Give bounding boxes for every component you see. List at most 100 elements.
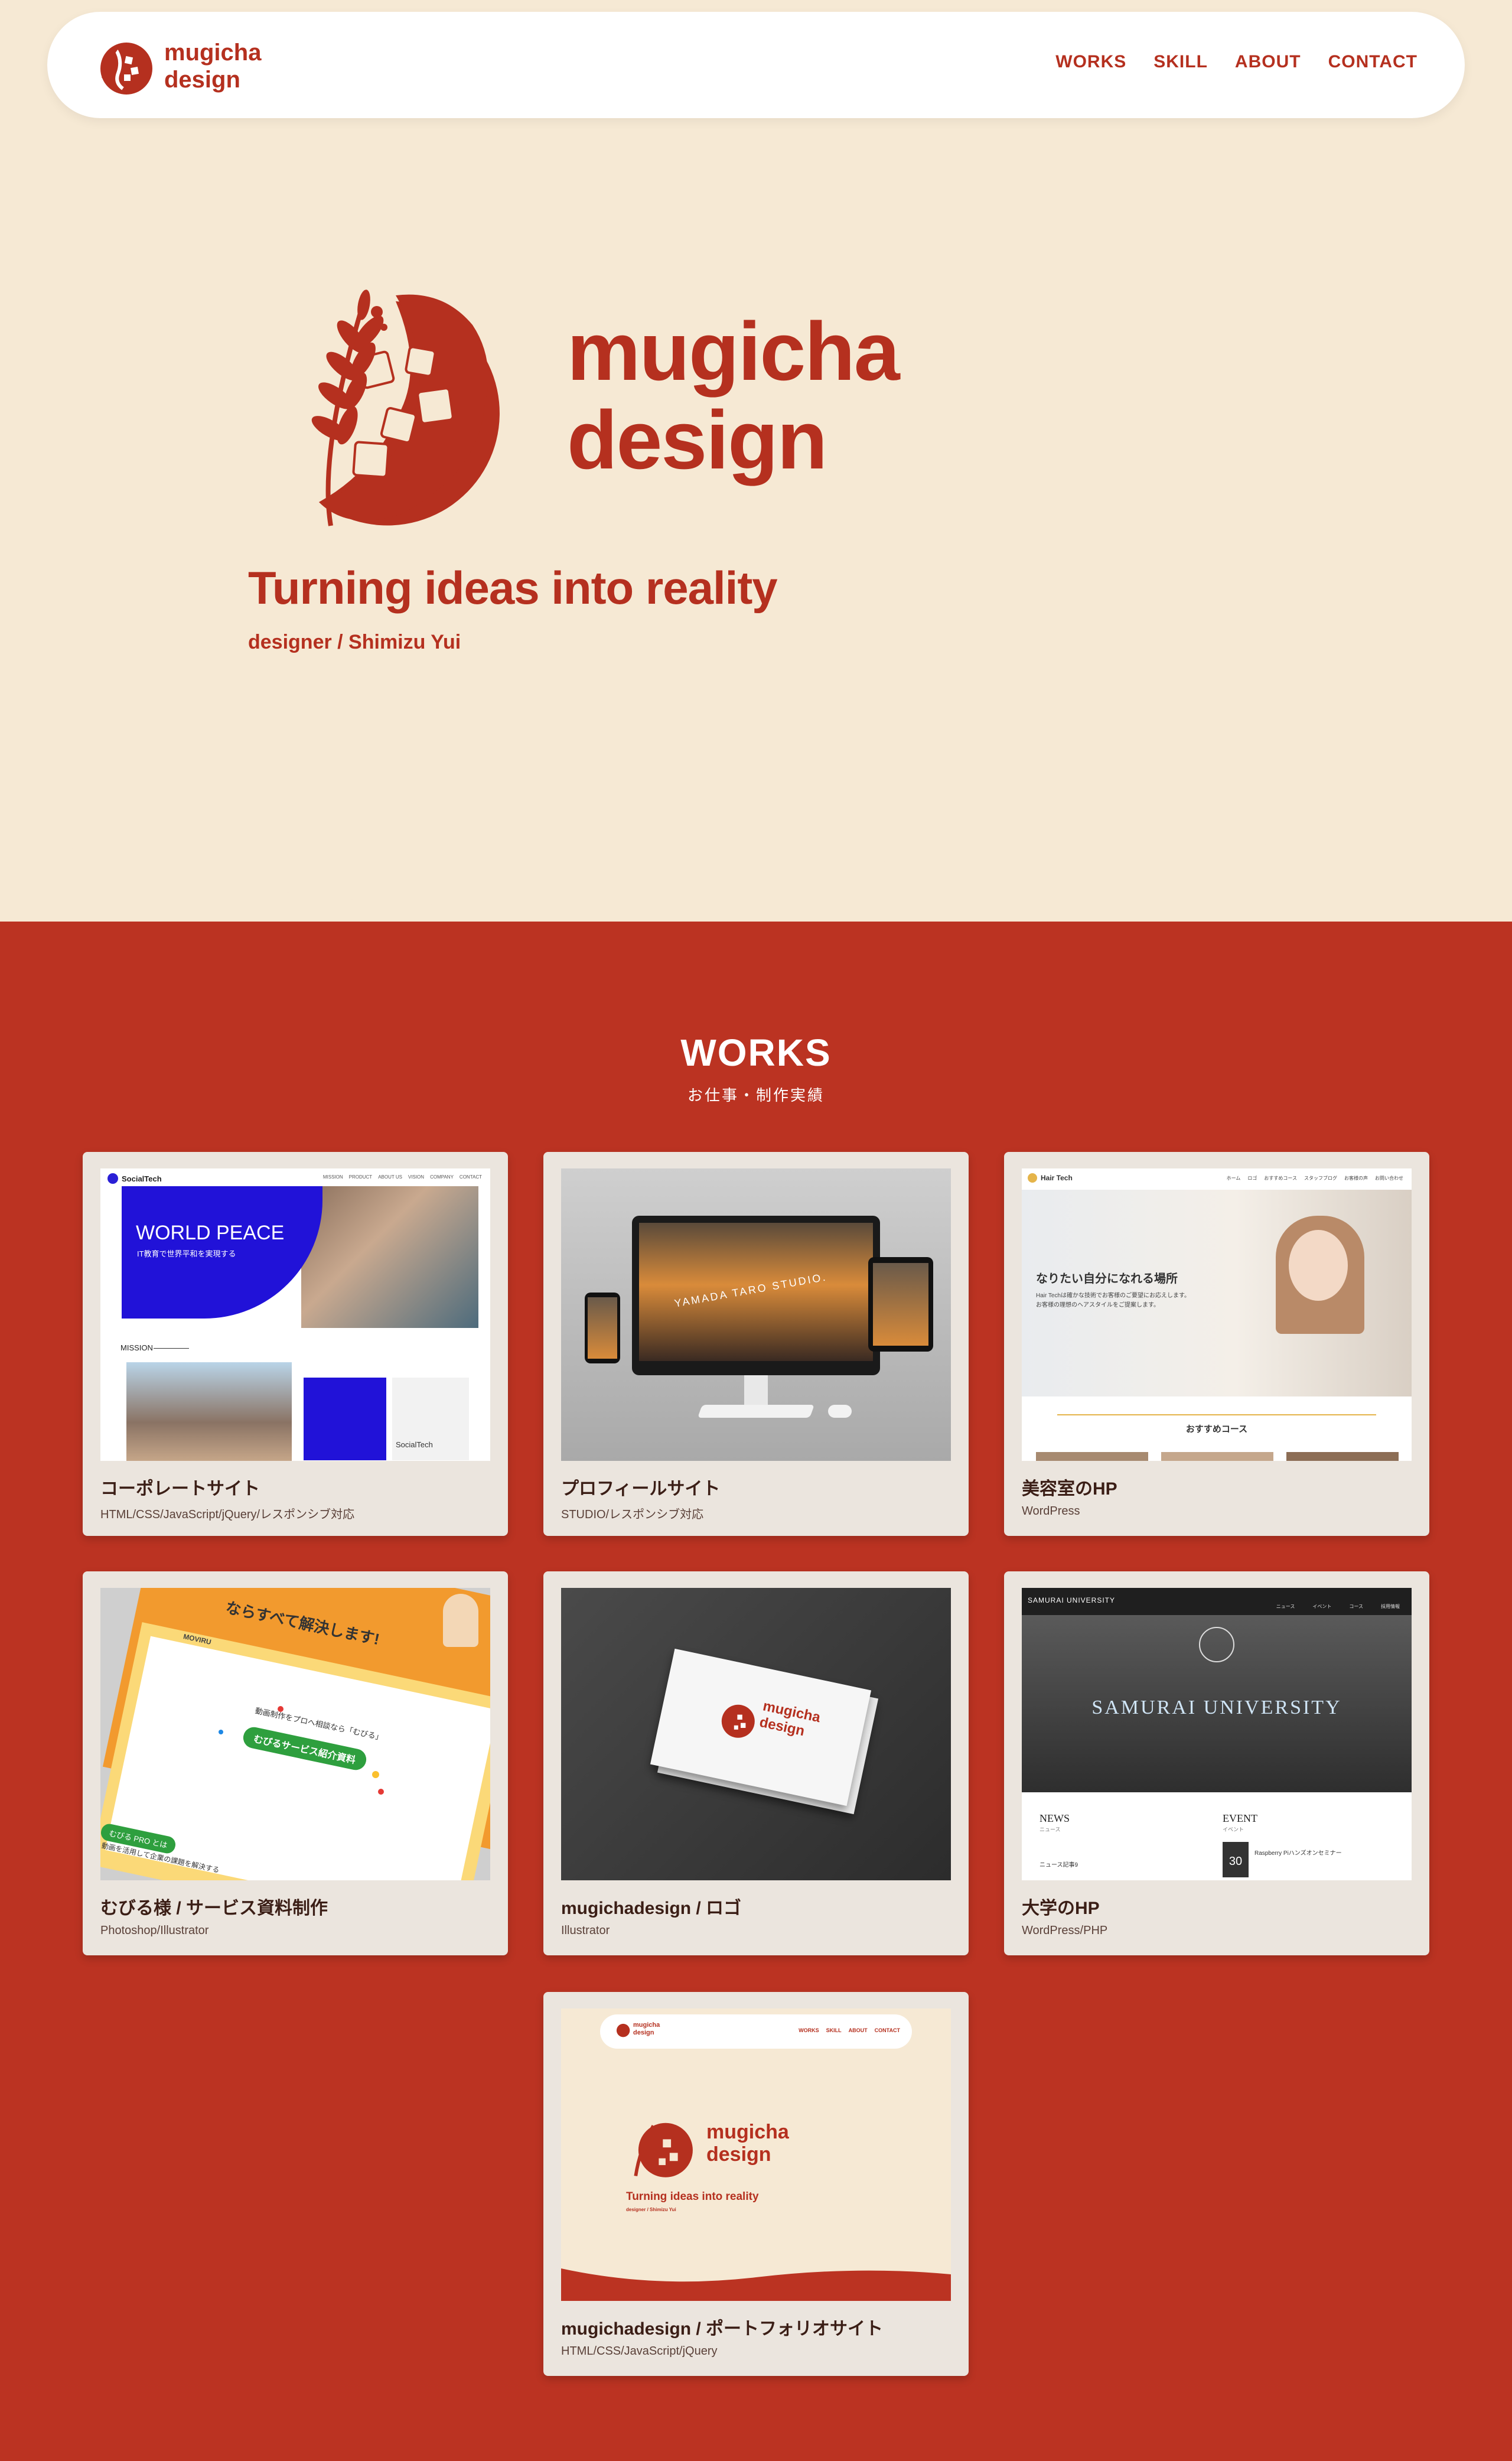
mini-wave xyxy=(561,2268,951,2301)
top-navigation-bar: mugicha design WORKS SKILL ABOUT CONTACT xyxy=(47,12,1465,118)
site-logo[interactable]: mugicha design xyxy=(94,37,261,96)
confetti-dot xyxy=(219,1730,223,1734)
work-card-title: プロフィールサイト xyxy=(561,1479,721,1499)
confetti-dot xyxy=(278,1706,284,1712)
tablet-screen xyxy=(873,1263,928,1346)
work-card-title: mugichadesign / ポートフォリオサイト xyxy=(561,2319,884,2339)
work-card-portfolio-site[interactable]: mugicha design WORKS SKILL ABOUT CONTACT… xyxy=(543,1992,969,2376)
mugicha-logo-icon xyxy=(721,1704,755,1738)
work-card-tags: Illustrator xyxy=(561,1924,610,1937)
mini-logo-icon xyxy=(616,2023,630,2037)
hero-brand-name: mugicha design xyxy=(567,305,900,486)
work-card-title: コーポレートサイト xyxy=(100,1479,260,1499)
socialtech-brand: SocialTech xyxy=(122,1174,162,1183)
hairtech-section-title: おすすめコース xyxy=(1185,1424,1248,1434)
hero-byline: designer / Shimizu Yui xyxy=(248,631,461,653)
mini-hero-byline: designer / Shimizu Yui xyxy=(626,2207,676,2212)
work-card-tags: WordPress xyxy=(1022,1505,1080,1518)
hero-brand-line1: mugicha xyxy=(567,305,900,398)
work-card-title: mugichadesign / ロゴ xyxy=(561,1899,742,1918)
university-nav-item: イベント xyxy=(1312,1604,1332,1609)
work-card-tags: STUDIO/レスポンシブ対応 xyxy=(561,1508,704,1521)
course-image xyxy=(1036,1452,1148,1461)
mini-hero-line2: design xyxy=(706,2143,771,2166)
hero-tagline: Turning ideas into reality xyxy=(248,562,778,614)
news-heading: NEWS xyxy=(1040,1812,1070,1824)
people-photo xyxy=(301,1186,478,1328)
socialtech-nav-item: ABOUT US xyxy=(378,1174,402,1180)
university-nav: ニュース イベント コース 採用情報 xyxy=(1276,1603,1400,1610)
socialtech-headline: WORLD PEACE xyxy=(136,1222,285,1244)
work-card-title: むびる様 / サービス資料制作 xyxy=(100,1899,328,1918)
work-thumbnail-logo: mugicha design xyxy=(561,1588,951,1880)
socialtech-nav-item: PRODUCT xyxy=(348,1174,373,1180)
work-thumbnail-corporate: SocialTech MISSION PRODUCT ABOUT US VISI… xyxy=(100,1168,490,1461)
work-card-title: 美容室のHP xyxy=(1022,1479,1117,1499)
mini-logo-line1: mugicha xyxy=(633,2021,660,2029)
socialtech-nav-item: CONTACT xyxy=(459,1174,482,1180)
section-rule xyxy=(154,1348,189,1349)
hairtech-nav: ホーム ロゴ おすすめコース スタッフブログ お客様の声 お問い合わせ xyxy=(1227,1175,1403,1181)
socialtech-nav-item: VISION xyxy=(408,1174,425,1180)
nav-link-about[interactable]: ABOUT xyxy=(1235,52,1301,72)
mouse xyxy=(828,1405,852,1418)
university-hero-title: SAMURAI UNIVERSITY xyxy=(1091,1697,1342,1718)
hairtech-body: Hair Techは確かな技術でお客様のご要望にお応えします。 xyxy=(1036,1293,1191,1299)
hairtech-headline: なりたい自分になれる場所 xyxy=(1036,1272,1178,1285)
socialtech-subline: IT教育で世界平和を実現する xyxy=(137,1249,236,1258)
hairtech-logo: Hair Tech xyxy=(1028,1173,1073,1183)
event-subheading: イベント xyxy=(1223,1827,1244,1832)
confetti-dot xyxy=(372,1771,379,1778)
confetti-dot xyxy=(378,1789,384,1795)
work-card-moviru-service-doc[interactable]: ならすべて解決します! MOVIRU 動画制作をプロへ相談なら「むびる」 むびる… xyxy=(83,1571,508,1955)
work-card-profile-site[interactable]: YAMADA TARO STUDIO. プロフィールサイト STUDIO/レスポ… xyxy=(543,1152,969,1536)
works-section-title: WORKS xyxy=(680,1031,832,1074)
event-heading: EVENT xyxy=(1223,1812,1257,1824)
work-thumbnail-profile: YAMADA TARO STUDIO. xyxy=(561,1168,951,1461)
work-card-corporate-site[interactable]: SocialTech MISSION PRODUCT ABOUT US VISI… xyxy=(83,1152,508,1536)
work-card-tags: Photoshop/Illustrator xyxy=(100,1924,209,1937)
nav-link-contact[interactable]: CONTACT xyxy=(1328,52,1418,72)
hairtech-nav-item: お客様の声 xyxy=(1344,1176,1368,1181)
woman-face xyxy=(1289,1230,1348,1301)
mini-hero-line1: mugicha xyxy=(706,2121,789,2143)
team-photo xyxy=(126,1362,292,1461)
university-nav-item: ニュース xyxy=(1276,1604,1295,1609)
hairtech-logo-icon xyxy=(1028,1173,1037,1183)
work-card-tags: HTML/CSS/JavaScript/jQuery/レスポンシブ対応 xyxy=(100,1508,355,1521)
mini-logo-line2: design xyxy=(633,2029,654,2036)
hero-logo-mark-icon xyxy=(311,289,500,526)
section-rule xyxy=(1057,1414,1376,1415)
work-card-hair-salon[interactable]: Hair Tech ホーム ロゴ おすすめコース スタッフブログ お客様の声 お… xyxy=(1004,1152,1429,1536)
hero-brand-line2: design xyxy=(567,393,827,486)
news-subheading: ニュース xyxy=(1040,1827,1061,1832)
monitor-stand xyxy=(744,1375,768,1405)
keyboard xyxy=(697,1405,815,1418)
university-brand: SAMURAI UNIVERSITY xyxy=(1028,1596,1116,1604)
work-thumbnail-moviru: ならすべて解決します! MOVIRU 動画制作をプロへ相談なら「むびる」 むびる… xyxy=(100,1588,490,1880)
socialtech-section-title: MISSION xyxy=(120,1343,153,1352)
hairtech-brand: Hair Tech xyxy=(1041,1174,1073,1182)
university-emblem-icon xyxy=(1199,1627,1234,1662)
work-card-logo[interactable]: mugicha design mugichadesign / ロゴ Illust… xyxy=(543,1571,969,1955)
socialtech-logo-icon xyxy=(107,1173,118,1184)
hairtech-body: お客様の理想のヘアスタイルをご提案します。 xyxy=(1036,1302,1159,1308)
event-date-badge: 30 xyxy=(1223,1842,1249,1877)
mini-hero-brand: mugicha design xyxy=(706,2121,789,2166)
nav-link-works[interactable]: WORKS xyxy=(1055,52,1126,72)
logo-text-line1: mugicha xyxy=(164,40,262,66)
nav-link-skill[interactable]: SKILL xyxy=(1153,52,1208,72)
mini-hero-logo-icon xyxy=(634,2123,693,2177)
mini-nav-links: WORKS SKILL ABOUT CONTACT xyxy=(799,2027,900,2033)
work-card-university[interactable]: SAMURAI UNIVERSITY ニュース イベント コース 採用情報 SA… xyxy=(1004,1571,1429,1955)
work-thumbnail-university: SAMURAI UNIVERSITY ニュース イベント コース 採用情報 SA… xyxy=(1022,1588,1412,1880)
character-illustration xyxy=(443,1594,478,1647)
event-item: Raspberry Piハンズオンセミナー xyxy=(1254,1850,1342,1857)
main-nav: WORKS SKILL ABOUT CONTACT xyxy=(1055,52,1418,72)
course-image xyxy=(1161,1452,1273,1461)
mini-logo-text: mugicha design xyxy=(633,2021,660,2037)
socialtech-nav: MISSION PRODUCT ABOUT US VISION COMPANY … xyxy=(323,1174,482,1180)
mugicha-logo-icon xyxy=(100,43,152,95)
mini-nav-item: ABOUT xyxy=(848,2027,868,2033)
hairtech-nav-item: スタッフブログ xyxy=(1304,1176,1337,1181)
